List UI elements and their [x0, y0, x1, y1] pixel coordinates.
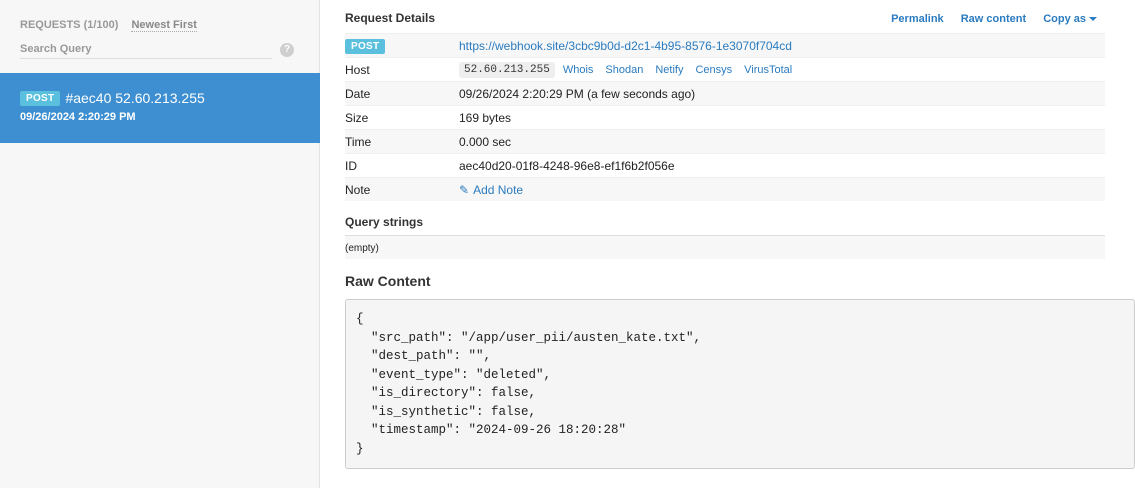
- search-wrapper: [20, 40, 272, 59]
- requests-header: REQUESTS (1/100) Newest First: [20, 19, 197, 32]
- virustotal-link[interactable]: VirusTotal: [744, 64, 792, 76]
- raw-content-body: { "src_path": "/app/user_pii/austen_kate…: [356, 312, 702, 456]
- size-value: 169 bytes: [459, 110, 512, 125]
- whois-link[interactable]: Whois: [563, 64, 594, 76]
- add-note-button[interactable]: ✎ Add Note: [459, 183, 523, 197]
- request-details-header: Request Details Permalink Raw content Co…: [345, 11, 1105, 31]
- request-list-item[interactable]: POST #aec40 52.60.213.255 09/26/2024 2:2…: [0, 73, 320, 143]
- date-row: Date 09/26/2024 2:20:29 PM (a few second…: [345, 81, 1105, 105]
- size-row: Size 169 bytes: [345, 105, 1105, 129]
- method-badge: POST: [20, 90, 61, 106]
- time-value: 0.000 sec: [459, 134, 512, 149]
- request-title: #aec40 52.60.213.255: [65, 90, 205, 106]
- note-row: Note ✎ Add Note: [345, 177, 1105, 201]
- search-input[interactable]: [20, 43, 272, 55]
- method-badge: POST: [345, 38, 386, 54]
- raw-content-box: { "src_path": "/app/user_pii/austen_kate…: [345, 299, 1135, 469]
- url-row: POST https://webhook.site/3cbc9b0d-d2c1-…: [345, 33, 1105, 57]
- permalink-link[interactable]: Permalink: [891, 13, 944, 25]
- time-row: Time 0.000 sec: [345, 129, 1105, 153]
- sort-toggle[interactable]: Newest First: [131, 19, 197, 32]
- time-label: Time: [345, 134, 372, 149]
- date-label: Date: [345, 86, 371, 101]
- pencil-icon: ✎: [459, 182, 470, 197]
- help-icon[interactable]: ?: [280, 43, 294, 57]
- sidebar: REQUESTS (1/100) Newest First ? POST #ae…: [0, 0, 320, 488]
- request-datetime: 09/26/2024 2:20:29 PM: [20, 111, 136, 123]
- netify-link[interactable]: Netify: [655, 64, 683, 76]
- caret-down-icon: [1089, 17, 1097, 22]
- size-label: Size: [345, 110, 369, 125]
- id-row: ID aec40d20-01f8-4248-96e8-ef1f6b2f056e: [345, 153, 1105, 177]
- request-details-title: Request Details: [345, 11, 436, 25]
- host-ip: 52.60.213.255: [459, 61, 555, 78]
- query-strings-title: Query strings: [345, 215, 424, 229]
- top-links: Permalink Raw content Copy as: [877, 13, 1097, 25]
- host-row: Host 52.60.213.255 Whois Shodan Netify C…: [345, 57, 1105, 81]
- copy-as-label: Copy as: [1043, 13, 1086, 25]
- raw-content-title: Raw Content: [345, 273, 431, 289]
- request-url-link[interactable]: https://webhook.site/3cbc9b0d-d2c1-4b95-…: [459, 39, 792, 53]
- date-value: 09/26/2024 2:20:29 PM (a few seconds ago…: [459, 86, 696, 101]
- note-label: Note: [345, 182, 371, 197]
- details-table: POST https://webhook.site/3cbc9b0d-d2c1-…: [345, 33, 1105, 201]
- id-label: ID: [345, 158, 357, 173]
- add-note-label: Add Note: [473, 182, 524, 197]
- id-value: aec40d20-01f8-4248-96e8-ef1f6b2f056e: [459, 158, 675, 173]
- requests-count: REQUESTS (1/100): [20, 19, 119, 31]
- censys-link[interactable]: Censys: [695, 64, 732, 76]
- shodan-link[interactable]: Shodan: [605, 64, 643, 76]
- raw-content-link[interactable]: Raw content: [961, 13, 1026, 25]
- query-strings-value: (empty): [345, 235, 1105, 259]
- host-label: Host: [345, 62, 370, 77]
- copy-as-dropdown[interactable]: Copy as: [1043, 13, 1097, 25]
